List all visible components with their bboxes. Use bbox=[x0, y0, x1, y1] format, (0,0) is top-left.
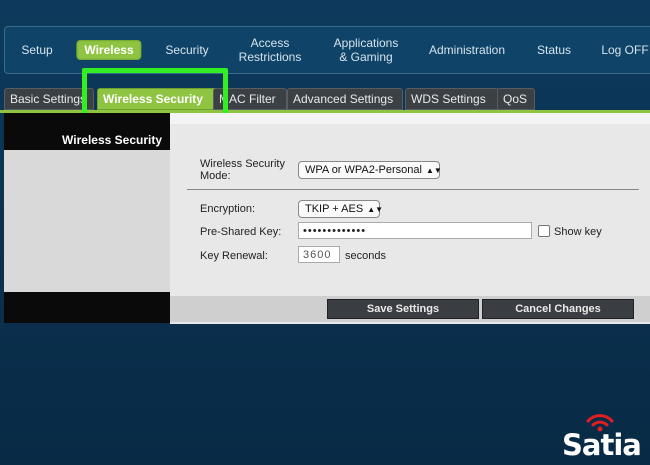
cancel-changes-button[interactable]: Cancel Changes bbox=[482, 299, 634, 319]
nav-status[interactable]: Status bbox=[537, 43, 571, 57]
encryption-value: TKIP + AES bbox=[305, 203, 364, 215]
tab-basic-settings[interactable]: Basic Settings bbox=[4, 88, 94, 110]
sidebar-title: Wireless Security bbox=[62, 133, 162, 147]
sidebar-body bbox=[4, 150, 170, 292]
show-key-label: Show key bbox=[554, 226, 602, 238]
encryption-label: Encryption: bbox=[200, 203, 256, 215]
select-arrow-icon: ▲▼ bbox=[367, 205, 384, 214]
show-key-checkbox[interactable] bbox=[538, 225, 550, 237]
save-settings-button[interactable]: Save Settings bbox=[327, 299, 479, 319]
nav-setup[interactable]: Setup bbox=[21, 43, 52, 57]
renewal-unit: seconds bbox=[345, 250, 386, 262]
tab-advanced-settings[interactable]: Advanced Settings bbox=[287, 88, 403, 110]
brand-watermark: Satia bbox=[562, 428, 642, 462]
nav-applications-gaming[interactable]: Applications & Gaming bbox=[334, 36, 399, 64]
nav-administration[interactable]: Administration bbox=[429, 43, 505, 57]
tab-qos[interactable]: QoS bbox=[497, 88, 535, 110]
tab-wds-settings[interactable]: WDS Settings bbox=[405, 88, 499, 110]
security-mode-value: WPA or WPA2-Personal bbox=[305, 164, 422, 176]
pre-shared-key-input[interactable]: ••••••••••••• bbox=[298, 222, 532, 239]
nav-access-restrictions[interactable]: Access Restrictions bbox=[239, 36, 302, 64]
key-renewal-input[interactable]: 3600 bbox=[298, 246, 340, 263]
form-divider bbox=[187, 189, 639, 190]
nav-log-off[interactable]: Log OFF bbox=[601, 43, 648, 57]
psk-label: Pre-Shared Key: bbox=[200, 226, 282, 238]
encryption-select[interactable]: TKIP + AES ▲▼ bbox=[298, 200, 384, 218]
select-arrow-icon: ▲▼ bbox=[425, 166, 442, 175]
nav-wireless[interactable]: Wireless bbox=[76, 40, 142, 60]
mode-label: Wireless Security Mode: bbox=[200, 158, 285, 182]
security-mode-select[interactable]: WPA or WPA2-Personal ▲▼ bbox=[298, 161, 442, 179]
nav-security[interactable]: Security bbox=[165, 43, 208, 57]
content-header-strip bbox=[170, 113, 650, 124]
renewal-label: Key Renewal: bbox=[200, 250, 268, 262]
